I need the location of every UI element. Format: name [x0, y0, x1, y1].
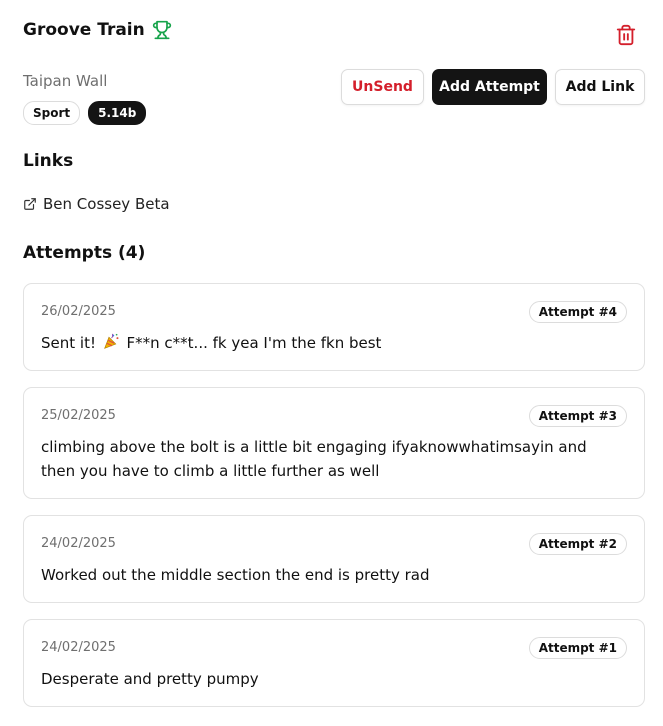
style-badge: Sport	[23, 101, 81, 125]
attempt-note: Sent it! F**n c**t... fk yea I'm the fkn…	[41, 331, 624, 355]
attempt-date: 24/02/2025	[41, 640, 116, 655]
attempt-number-badge: Attempt #4	[528, 301, 627, 323]
attempt-note-end: F**n c**t... fk yea I'm the fkn best	[121, 334, 382, 352]
external-link-icon	[24, 198, 36, 210]
attempt-number-badge: Attempt #3	[528, 405, 627, 427]
attempts-heading: Attempts (4)	[23, 243, 146, 263]
attempt-note-start: Sent it!	[41, 334, 101, 352]
attempt-card: 24/02/2025 Attempt #2 Worked out the mid…	[23, 515, 645, 603]
trash-icon[interactable]	[615, 24, 637, 46]
attempt-number-badge: Attempt #2	[528, 533, 627, 555]
link-item[interactable]: Ben Cossey Beta	[23, 195, 170, 213]
attempt-note: Desperate and pretty pumpy	[41, 670, 259, 688]
attempt-card: 26/02/2025 Attempt #4 Sent it! F**n c**t…	[23, 283, 645, 371]
route-location: Taipan Wall	[23, 72, 108, 90]
attempt-card: 25/02/2025 Attempt #3 climbing above the…	[23, 387, 645, 499]
route-badges: Sport 5.14b	[23, 101, 147, 125]
attempt-date: 26/02/2025	[41, 304, 116, 319]
route-name: Groove Train	[23, 20, 145, 40]
attempt-note: climbing above the bolt is a little bit …	[41, 438, 587, 480]
attempt-note: Worked out the middle section the end is…	[41, 566, 430, 584]
attempt-number-badge: Attempt #1	[528, 637, 627, 659]
link-label: Ben Cossey Beta	[43, 195, 170, 213]
add-link-button[interactable]: Add Link	[555, 69, 645, 105]
grade-badge: 5.14b	[88, 101, 147, 125]
links-heading: Links	[23, 151, 74, 171]
attempt-date: 24/02/2025	[41, 536, 116, 551]
attempt-date: 25/02/2025	[41, 408, 116, 423]
route-title: Groove Train	[23, 20, 172, 40]
unsend-button[interactable]: UnSend	[341, 69, 424, 105]
add-attempt-button[interactable]: Add Attempt	[432, 69, 547, 105]
attempt-card: 24/02/2025 Attempt #1 Desperate and pret…	[23, 619, 645, 707]
trophy-icon	[152, 20, 171, 40]
party-popper-emoji	[103, 333, 119, 349]
